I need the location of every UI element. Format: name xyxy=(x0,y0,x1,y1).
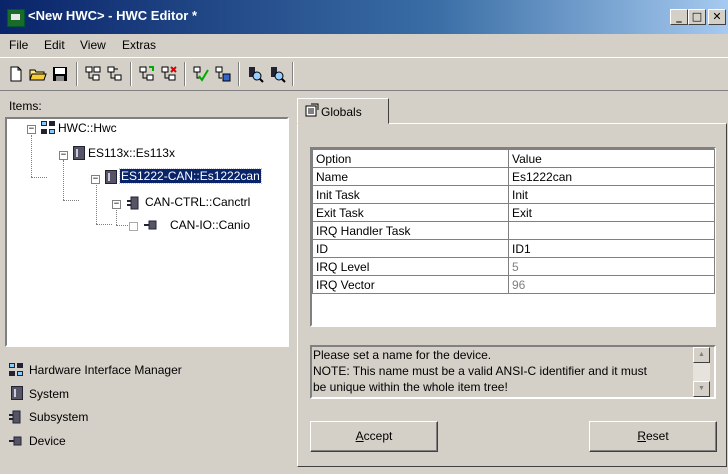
open-folder-icon[interactable] xyxy=(29,65,47,83)
menu-extras[interactable]: Extras xyxy=(122,38,156,52)
tree-remove-icon[interactable] xyxy=(106,65,124,83)
menu-file[interactable]: File xyxy=(9,38,28,52)
table-row[interactable]: Init Task Init xyxy=(312,185,715,204)
device-icon xyxy=(144,220,157,230)
grid-header-row: Option Value xyxy=(312,149,715,168)
options-grid[interactable]: Option Value Name Es1222can Init Task In… xyxy=(310,147,716,327)
scroll-down-button[interactable]: ▼ xyxy=(693,381,710,397)
table-row: IRQ Vector 96 xyxy=(312,275,715,294)
subsystem-icon xyxy=(9,410,21,424)
tree-line xyxy=(31,135,32,177)
tree-item-label[interactable]: HWC::Hwc xyxy=(58,121,117,135)
legend-subsystem-label: Subsystem xyxy=(29,410,89,424)
tree-item-label[interactable]: CAN-CTRL::Canctrl xyxy=(145,195,250,209)
tree-expander[interactable]: − xyxy=(91,175,100,184)
tree-add-icon[interactable] xyxy=(84,65,102,83)
check-icon[interactable] xyxy=(192,65,210,83)
items-label: Items: xyxy=(9,99,42,113)
new-file-icon[interactable] xyxy=(7,65,25,83)
find-icon[interactable] xyxy=(246,65,264,83)
tree-line xyxy=(63,160,64,200)
app-icon[interactable] xyxy=(7,9,25,27)
table-row[interactable]: IRQ Handler Task xyxy=(312,221,715,240)
option-cell: IRQ Level xyxy=(312,257,509,276)
tree-item-label-selected[interactable]: ES1222-CAN::Es1222can xyxy=(119,168,262,184)
value-cell[interactable]: Es1222can xyxy=(508,167,715,186)
hwc-icon xyxy=(41,121,55,134)
globals-icon xyxy=(305,103,319,117)
tree-expander xyxy=(129,222,138,231)
toolbar-separator xyxy=(184,62,186,86)
option-cell: IRQ Vector xyxy=(312,275,509,294)
value-cell-disabled: 5 xyxy=(508,257,715,276)
table-row[interactable]: Exit Task Exit xyxy=(312,203,715,222)
tree-delete-icon[interactable] xyxy=(160,65,178,83)
tree-line xyxy=(96,183,97,224)
tree-insert-icon[interactable] xyxy=(138,65,156,83)
value-cell[interactable]: ID1 xyxy=(508,239,715,258)
hint-line: be unique within the whole item tree! xyxy=(313,380,508,394)
accept-mnemonic: A xyxy=(355,429,364,443)
table-row[interactable]: ID ID1 xyxy=(312,239,715,258)
tree-expander[interactable]: − xyxy=(27,125,36,134)
toolbar-separator xyxy=(130,62,132,86)
option-cell: Name xyxy=(312,167,509,186)
tree-line xyxy=(63,200,79,201)
option-cell: Exit Task xyxy=(312,203,509,222)
toolbar-separator xyxy=(292,62,294,86)
window-title: <New HWC> - HWC Editor * xyxy=(28,8,198,23)
option-cell: ID xyxy=(312,239,509,258)
device-icon xyxy=(9,436,22,446)
toolbar-separator xyxy=(238,62,240,86)
reset-label: eset xyxy=(645,429,669,443)
tree-line xyxy=(116,225,128,226)
minimize-button[interactable]: _ xyxy=(670,9,688,25)
accept-label: ccept xyxy=(363,429,393,443)
menu-view[interactable]: View xyxy=(80,38,106,52)
column-header-option[interactable]: Option xyxy=(312,149,509,168)
system-icon xyxy=(105,170,117,184)
scroll-up-button[interactable]: ▲ xyxy=(693,347,710,363)
table-row: IRQ Level 5 xyxy=(312,257,715,276)
menu-edit[interactable]: Edit xyxy=(44,38,65,52)
close-button[interactable]: ✕ xyxy=(708,9,726,25)
option-cell: IRQ Handler Task xyxy=(312,221,509,240)
system-icon xyxy=(73,146,85,160)
legend-system-label: System xyxy=(29,387,70,401)
subsystem-icon xyxy=(127,196,139,210)
menu-bar xyxy=(0,34,728,56)
value-cell[interactable]: Exit xyxy=(508,203,715,222)
legend-hwc-label: Hardware Interface Manager xyxy=(29,363,182,377)
system-icon xyxy=(11,386,23,400)
hwc-icon xyxy=(9,363,23,376)
option-cell: Init Task xyxy=(312,185,509,204)
tree-item-label[interactable]: CAN-IO::Canio xyxy=(170,218,250,232)
legend-device-label: Device xyxy=(29,434,66,448)
save-icon[interactable] xyxy=(51,65,69,83)
tree-expander[interactable]: − xyxy=(59,151,68,160)
tree-line xyxy=(96,224,112,225)
reset-button[interactable]: Reset xyxy=(589,421,717,452)
maximize-button[interactable]: □ xyxy=(688,9,706,25)
value-cell-disabled: 96 xyxy=(508,275,715,294)
hint-line: Please set a name for the device. xyxy=(313,348,492,362)
column-header-value[interactable]: Value xyxy=(508,149,715,168)
find-next-icon[interactable] xyxy=(268,65,286,83)
tree-item-label[interactable]: ES113x::Es113x xyxy=(88,146,175,160)
hint-line: NOTE: This name must be a valid ANSI-C i… xyxy=(313,364,647,378)
tree-expander[interactable]: − xyxy=(112,200,121,209)
tree-line xyxy=(31,177,47,178)
toolbar-separator xyxy=(76,62,78,86)
tab-globals-label[interactable]: Globals xyxy=(321,105,362,119)
table-row[interactable]: Name Es1222can xyxy=(312,167,715,186)
value-cell[interactable]: Init xyxy=(508,185,715,204)
reset-mnemonic: R xyxy=(637,429,646,443)
value-cell[interactable] xyxy=(508,221,715,240)
accept-button[interactable]: Accept xyxy=(310,421,438,452)
build-icon[interactable] xyxy=(214,65,232,83)
